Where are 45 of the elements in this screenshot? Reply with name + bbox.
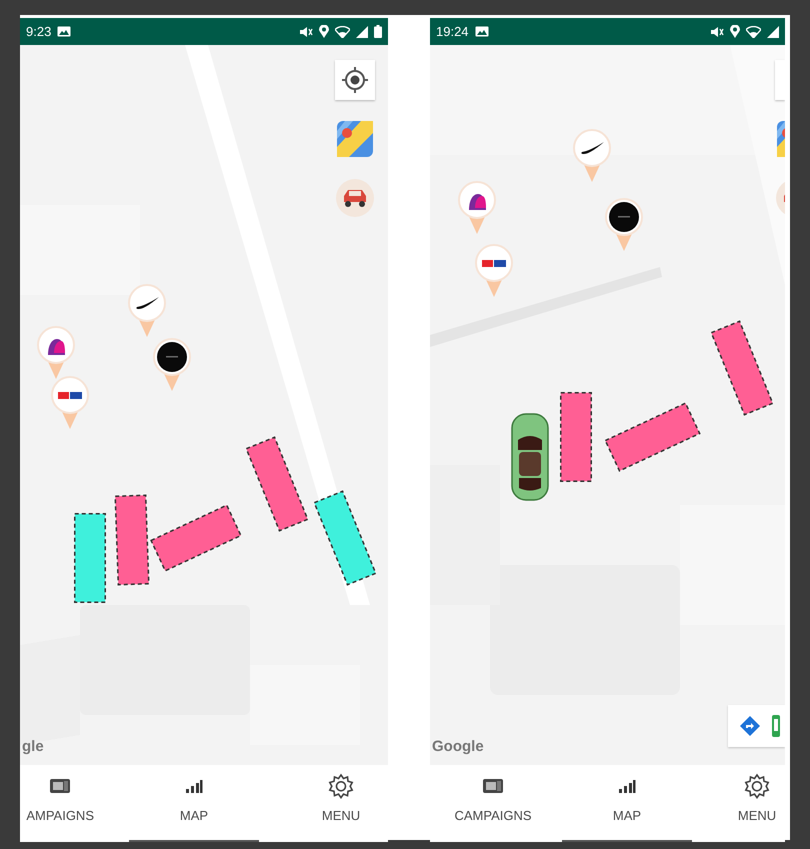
signal-icon <box>356 26 368 38</box>
car-icon[interactable] <box>335 178 375 218</box>
nav-tab[interactable]: MENU <box>738 773 776 842</box>
nav-tab[interactable]: CAMPAIGNS <box>454 773 532 842</box>
parking-spot[interactable] <box>113 493 151 587</box>
wifi-icon <box>335 26 350 38</box>
map-marker[interactable] <box>127 283 167 337</box>
nav-tab[interactable]: AMPAIGNS <box>26 773 94 842</box>
map-attribution: Google <box>432 738 484 755</box>
newspaper-icon <box>482 778 504 794</box>
map-app-icon[interactable] <box>775 119 785 159</box>
map-marker[interactable] <box>572 128 612 182</box>
map-marker[interactable] <box>36 325 76 379</box>
settings-icon <box>328 773 354 799</box>
map-marker[interactable] <box>50 375 90 429</box>
directions-icon[interactable] <box>740 716 760 736</box>
battery-icon <box>374 25 382 38</box>
nav-tab[interactable]: MENU <box>322 773 360 842</box>
map-attribution: gle <box>22 738 44 755</box>
map-marker[interactable] <box>474 243 514 297</box>
nav-tab[interactable]: MAP <box>562 773 692 842</box>
newspaper-icon <box>49 778 72 794</box>
location-icon <box>319 25 329 38</box>
clock-text: 9:23 <box>26 24 52 39</box>
map-marker[interactable] <box>457 180 497 234</box>
mute-icon <box>299 26 313 38</box>
nav-tab[interactable]: MAP <box>129 773 259 842</box>
maps-app-icon[interactable] <box>770 715 780 737</box>
car-icon <box>510 412 550 502</box>
clock-text: 19:24 <box>436 24 469 39</box>
my-location-button[interactable] <box>335 60 375 100</box>
map-marker[interactable] <box>152 337 192 391</box>
parking-spot[interactable] <box>559 391 593 483</box>
wifi-icon <box>746 26 761 38</box>
settings-icon <box>744 773 770 799</box>
mute-icon <box>710 26 724 38</box>
bar-chart-icon <box>618 779 636 793</box>
bar-chart-icon <box>185 779 203 793</box>
map-marker[interactable] <box>604 197 644 251</box>
signal-icon <box>767 26 779 38</box>
location-icon <box>730 25 740 38</box>
image-icon <box>57 26 72 37</box>
map-app-icon[interactable] <box>335 119 375 159</box>
parking-spot[interactable] <box>73 512 107 604</box>
image-icon <box>474 26 489 37</box>
